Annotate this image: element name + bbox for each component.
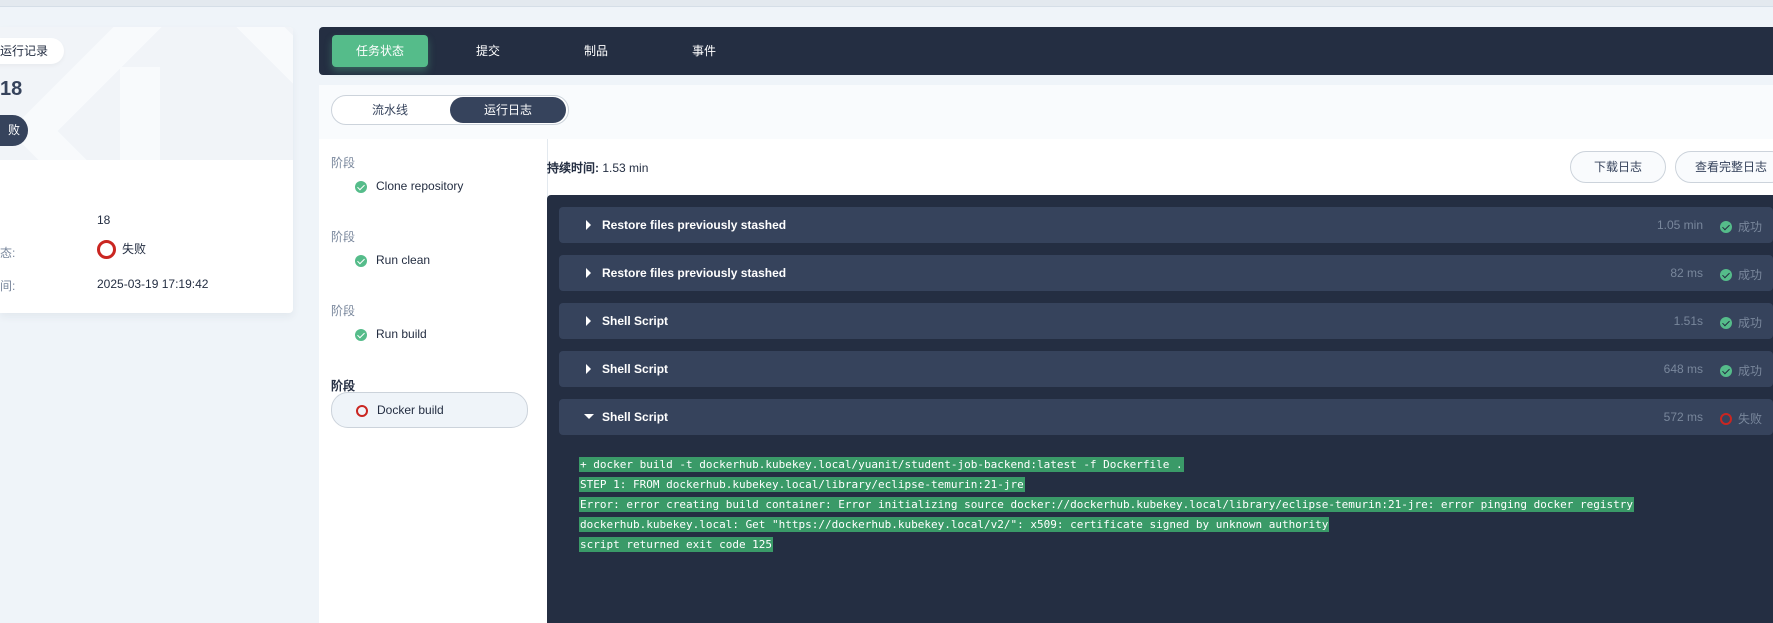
field-value-time: 2025-03-19 17:19:42 [97, 277, 209, 291]
log-step-result: 成功 [1720, 314, 1770, 331]
tab-events[interactable]: 事件 [656, 35, 752, 67]
log-step-result: 成功 [1720, 362, 1770, 379]
duration-value: 1.53 min [602, 161, 649, 175]
log-line: script returned exit code 125 [579, 537, 774, 552]
view-switch-bar: 流水线 运行日志 [319, 85, 1773, 139]
log-step-result: 成功 [1720, 266, 1770, 283]
log-step-title: Shell Script [602, 410, 669, 424]
log-step[interactable]: Restore files previously stashed 82 ms 成… [559, 255, 1773, 291]
log-step-result-text: 失败 [1738, 412, 1763, 426]
field-label-time: 间: [0, 279, 16, 293]
failed-status-icon [97, 240, 116, 260]
failed-ring-icon [356, 404, 368, 417]
log-step-time: 1.51s [1673, 314, 1703, 328]
duration-label: 持续时间: [547, 161, 599, 175]
log-line: dockerhub.kubekey.local: Get "https://do… [579, 517, 1330, 532]
run-summary-card: 运行记录 18 败 18 态: 失败 间: 2025-03-19 17:19:4… [0, 27, 293, 313]
success-check-icon [355, 254, 367, 267]
back-to-run-records-button[interactable]: 运行记录 [0, 38, 65, 64]
field-value-status: 失败 [97, 240, 147, 260]
stage-item-run-build[interactable]: Run build [331, 317, 526, 351]
log-step-title: Restore files previously stashed [602, 218, 787, 232]
run-summary-hero: 运行记录 18 败 [0, 27, 293, 160]
tab-commits[interactable]: 提交 [440, 35, 536, 67]
caret-down-icon [584, 414, 594, 419]
run-number: 18 [0, 78, 23, 100]
success-check-icon [1720, 364, 1732, 377]
log-step-result-text: 成功 [1738, 268, 1763, 282]
view-switch: 流水线 运行日志 [331, 95, 569, 125]
log-step[interactable]: Restore files previously stashed 1.05 mi… [559, 207, 1773, 243]
log-step-expanded[interactable]: Shell Script 572 ms 失败 [559, 399, 1773, 435]
log-output[interactable]: + docker build -t dockerhub.kubekey.loca… [579, 455, 1634, 555]
stage-step-label: Docker build [377, 403, 444, 417]
tab-artifacts[interactable]: 制品 [548, 35, 644, 67]
success-check-icon [1720, 268, 1732, 281]
log-step-time: 648 ms [1663, 362, 1703, 376]
tab-task-status[interactable]: 任务状态 [332, 35, 428, 67]
view-run-log-button[interactable]: 运行日志 [450, 97, 566, 123]
success-check-icon [1720, 220, 1732, 233]
log-step-result: 失败 [1720, 410, 1770, 427]
log-step-time: 572 ms [1663, 410, 1703, 424]
field-value-run-id: 18 [97, 213, 111, 227]
log-panel: Restore files previously stashed 1.05 mi… [547, 195, 1773, 623]
download-log-button[interactable]: 下载日志 [1570, 151, 1666, 183]
top-header-edge [0, 0, 1773, 7]
failed-ring-icon [1720, 412, 1732, 425]
duration: 持续时间: 1.53 min [547, 159, 648, 176]
caret-right-icon [586, 268, 591, 278]
status-text: 失败 [122, 242, 147, 256]
log-step-title: Shell Script [602, 314, 669, 328]
field-label-status: 态: [0, 246, 16, 260]
detail-tabs: 任务状态 提交 制品 事件 [319, 27, 1773, 75]
log-column: 持续时间: 1.53 min 下载日志 查看完整日志 Restore files… [547, 139, 1773, 623]
hero-decoration-bar [120, 67, 160, 160]
run-status-pill-label: 败 [7, 123, 20, 137]
success-check-icon [355, 328, 367, 341]
run-detail-panel: 任务状态 提交 制品 事件 流水线 运行日志 阶段 Clone reposito… [319, 27, 1773, 623]
log-step-result-text: 成功 [1738, 364, 1763, 378]
log-step-title: Shell Script [602, 362, 669, 376]
log-step-result-text: 成功 [1738, 316, 1763, 330]
log-step[interactable]: Shell Script 648 ms 成功 [559, 351, 1773, 387]
stage-item-run-clean[interactable]: Run clean [331, 243, 526, 277]
log-step-result-text: 成功 [1738, 220, 1763, 234]
stage-list: 阶段 Clone repository 阶段 Run clean 阶段 Run … [319, 139, 548, 623]
log-step[interactable]: Shell Script 1.51s 成功 [559, 303, 1773, 339]
log-step-title: Restore files previously stashed [602, 266, 787, 280]
caret-right-icon [586, 364, 591, 374]
stage-step-label: Clone repository [376, 179, 464, 193]
success-check-icon [355, 180, 367, 193]
view-full-log-button[interactable]: 查看完整日志 [1675, 151, 1773, 183]
caret-right-icon [586, 220, 591, 230]
log-body: 阶段 Clone repository 阶段 Run clean 阶段 Run … [319, 139, 1773, 623]
stage-step-label: Run clean [376, 253, 431, 267]
log-line: + docker build -t dockerhub.kubekey.loca… [579, 457, 1184, 472]
stage-item-docker-build[interactable]: Docker build [331, 392, 528, 428]
log-line: Error: error creating build container: E… [579, 497, 1634, 512]
view-pipeline-button[interactable]: 流水线 [333, 97, 447, 123]
log-line: STEP 1: FROM dockerhub.kubekey.local/lib… [579, 477, 1025, 492]
success-check-icon [1720, 316, 1732, 329]
stage-step-label: Run build [376, 327, 427, 341]
log-step-time: 1.05 min [1656, 218, 1703, 232]
caret-right-icon [586, 316, 591, 326]
log-step-result: 成功 [1720, 218, 1770, 235]
stage-item-clone-repository[interactable]: Clone repository [331, 169, 526, 203]
log-step-time: 82 ms [1670, 266, 1703, 280]
